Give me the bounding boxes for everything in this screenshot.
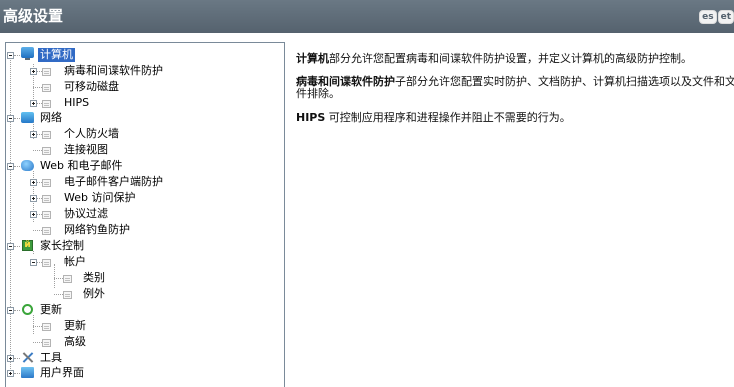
expander-parental[interactable] [7,243,14,250]
expander-web-access[interactable] [30,195,37,202]
tree-item-tools[interactable]: 工具 [40,351,62,365]
update-icon [22,304,33,315]
page-icon [42,84,51,92]
tree-item-anti-phishing[interactable]: 网络钓鱼防护 [64,223,130,237]
tree-item-firewall[interactable]: 个人防火墙 [64,127,119,141]
tree-item-update[interactable]: 更新 [40,303,62,317]
tree-item-network[interactable]: 网络 [40,111,62,125]
description-panel: 计算机部分允许您配置病毒和间谍软件防护设置，并定义计算机的高级防护控制。 病毒和… [296,53,734,136]
expander-protocol-filter[interactable] [30,211,37,218]
page-icon [42,195,51,203]
tree-item-user-interface[interactable]: 用户界面 [40,366,84,380]
tree-item-parental[interactable]: 家长控制 [40,239,84,253]
page-icon [42,179,51,187]
description-hips-text: 可控制应用程序和进程操作并阻止不需要的行为。 [325,111,571,124]
user-interface-icon [21,367,34,378]
tree-item-update-advanced[interactable]: 高级 [64,335,86,349]
tree-item-computer[interactable]: 计算机 [38,48,75,62]
window-title: 高级设置 [3,7,64,25]
tools-icon [21,351,34,364]
tree-item-category[interactable]: 类别 [83,271,105,285]
page-icon [42,147,51,155]
window-titlebar: 高级设置 es et [0,0,734,33]
expander-account[interactable] [30,259,37,266]
tree-item-update-sub[interactable]: 更新 [64,319,86,333]
expander-computer[interactable] [7,52,14,59]
expander-antivirus[interactable] [30,68,37,75]
page-icon [42,211,51,219]
description-hips: HIPS 可控制应用程序和进程操作并阻止不需要的行为。 [296,112,734,124]
computer-icon [21,47,34,60]
tree-item-hips[interactable]: HIPS [64,96,89,110]
page-icon [42,323,51,331]
description-computer-text: 部分允许您配置病毒和间谍软件防护设置，并定义计算机的高级防护控制。 [329,52,692,65]
tree-item-exceptions[interactable]: 例外 [83,287,105,301]
description-antivirus: 病毒和间谍软件防护子部分允许您配置实时防护、文档防护、计算机扫描选项以及文件和文… [296,76,734,100]
expander-tools[interactable] [7,355,14,362]
page-icon [42,131,51,139]
parental-control-icon: й [22,240,33,251]
page-icon [42,339,51,347]
description-computer-bold: 计算机 [296,52,329,65]
tree-item-email-client[interactable]: 电子邮件客户端防护 [64,175,163,189]
logo-part-2: et [717,10,734,24]
page-icon [42,227,51,235]
page-icon [63,291,72,299]
tree-item-web-email[interactable]: Web 和电子邮件 [40,159,122,173]
web-email-icon [21,160,34,171]
settings-tree[interactable]: 计算机 病毒和间谍软件防护 可移动磁盘 HIPS 网络 个人防火墙 连接视图 W… [5,42,285,387]
tree-item-protocol-filter[interactable]: 协议过滤 [64,207,108,221]
description-hips-bold: HIPS [296,111,326,124]
expander-email-client[interactable] [30,179,37,186]
tree-item-connection-view[interactable]: 连接视图 [64,143,108,157]
description-computer: 计算机部分允许您配置病毒和间谍软件防护设置，并定义计算机的高级防护控制。 [296,53,734,65]
tree-item-account[interactable]: 帐户 [64,255,86,269]
eset-logo: es et [699,10,734,24]
tree-item-removable-media[interactable]: 可移动磁盘 [64,80,119,94]
tree-item-antivirus[interactable]: 病毒和间谍软件防护 [64,64,163,78]
logo-part-1: es [699,10,717,24]
expander-web-email[interactable] [7,163,14,170]
page-icon [63,275,72,283]
tree-item-web-access[interactable]: Web 访问保护 [64,191,135,205]
page-icon [42,259,51,267]
page-icon [42,68,51,76]
expander-network[interactable] [7,115,14,122]
expander-firewall[interactable] [30,131,37,138]
expander-update[interactable] [7,307,14,314]
expander-hips[interactable] [30,100,37,107]
expander-ui[interactable] [7,370,14,377]
page-icon [42,100,51,108]
network-icon [21,112,34,123]
